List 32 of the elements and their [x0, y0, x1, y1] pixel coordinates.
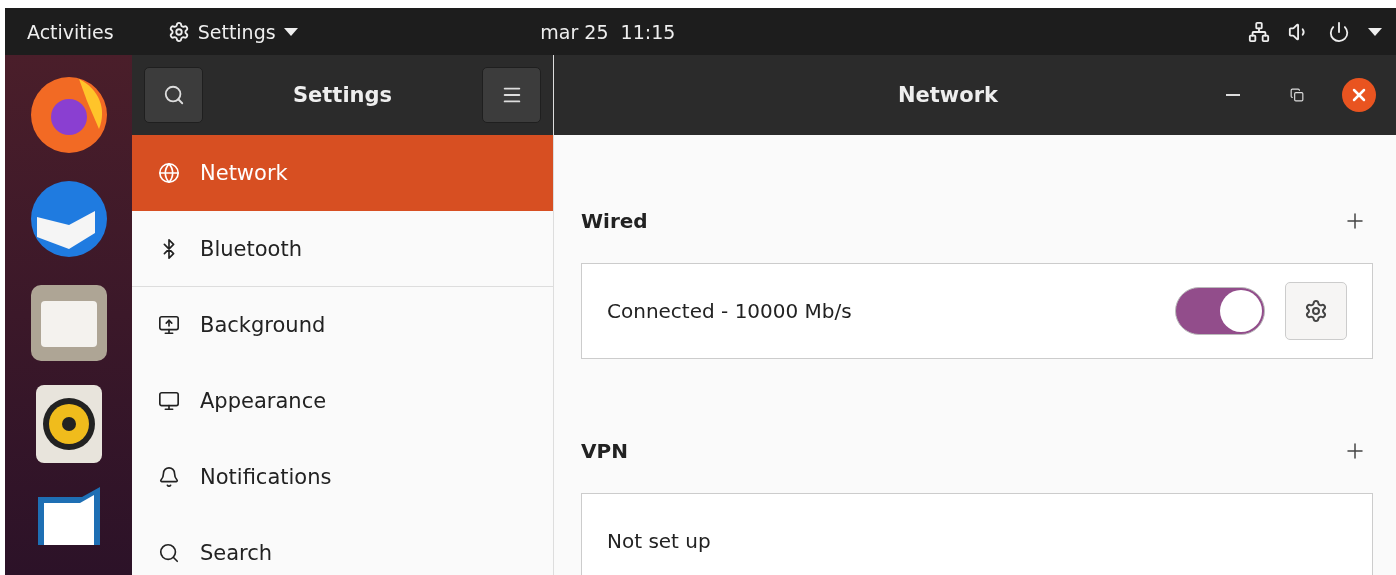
- toggle-switch[interactable]: [1175, 287, 1265, 335]
- search-icon: [158, 542, 180, 564]
- gear-icon: [1304, 299, 1328, 323]
- menu-button[interactable]: [482, 67, 541, 123]
- sidebar-item[interactable]: Network: [132, 135, 553, 211]
- bell-icon: [158, 466, 180, 488]
- gear-icon: [167, 20, 190, 43]
- caret-icon: [283, 27, 298, 36]
- activities-button[interactable]: Activities: [5, 8, 136, 55]
- document-icon[interactable]: [35, 485, 102, 545]
- monitor-icon: [158, 314, 180, 336]
- caret-icon[interactable]: [1368, 27, 1382, 36]
- speaker-icon[interactable]: [35, 385, 102, 463]
- search-button[interactable]: [144, 67, 203, 123]
- search-icon: [162, 84, 185, 106]
- sidebar-title: Settings: [291, 83, 394, 107]
- close-button[interactable]: [1342, 78, 1376, 112]
- app-menu[interactable]: Settings: [157, 8, 308, 55]
- row-label: Connected - 10000 Mb/s: [607, 299, 853, 323]
- globe-icon: [158, 162, 180, 184]
- minimize-icon: [1226, 94, 1240, 96]
- section-title: VPN: [581, 439, 628, 463]
- section-title: Wired: [581, 209, 648, 233]
- network-icon[interactable]: [1248, 20, 1270, 43]
- clock[interactable]: mar 25 11:15: [534, 19, 682, 44]
- settings-button[interactable]: [1285, 282, 1347, 340]
- power-icon[interactable]: [1328, 20, 1350, 43]
- row-label: Not set up: [607, 529, 712, 553]
- restore-icon: [1290, 88, 1304, 102]
- window-title: Network: [897, 83, 999, 107]
- monitor-icon: [158, 390, 180, 412]
- folder-icon[interactable]: [28, 283, 109, 363]
